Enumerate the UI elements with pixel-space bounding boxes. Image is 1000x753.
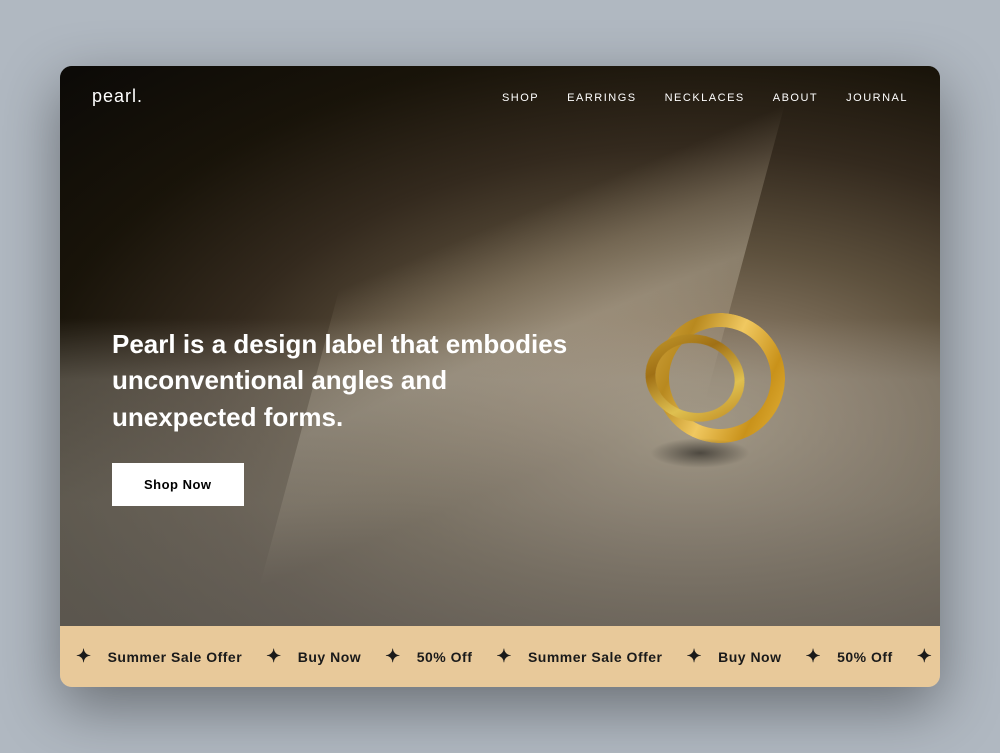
nav-link-journal[interactable]: JOURNAL [846, 92, 908, 104]
shop-now-button[interactable]: Shop Now [112, 463, 244, 506]
ticker-item-4: ✦ Summer Sale Offer [480, 646, 662, 667]
ticker-label: Buy Now [718, 649, 781, 665]
browser-window: pearl. SHOP EARRINGS NECKLACES ABOUT JOU… [60, 66, 940, 687]
ticker-item-3: ✦ 50% Off [369, 646, 472, 667]
nav-item-journal[interactable]: JOURNAL [846, 88, 908, 106]
ticker-label: 50% Off [837, 649, 893, 665]
brand-logo[interactable]: pearl. [92, 86, 143, 107]
ticker-dot: ✦ [687, 646, 703, 667]
navigation: pearl. SHOP EARRINGS NECKLACES ABOUT JOU… [60, 66, 940, 127]
ticker-label: 50% Off [417, 649, 473, 665]
ring-shadow [650, 438, 750, 468]
ticker-label: Summer Sale Offer [528, 649, 663, 665]
nav-item-earrings[interactable]: EARRINGS [567, 88, 636, 106]
ticker-dot: ✦ [76, 646, 92, 667]
nav-link-about[interactable]: ABOUT [773, 92, 818, 104]
hero-headline: Pearl is a design label that embodies un… [112, 326, 592, 435]
ticker-item-6: ✦ 50% Off [790, 646, 893, 667]
ticker-item-1: ✦ Summer Sale Offer [60, 646, 242, 667]
nav-link-shop[interactable]: SHOP [502, 92, 539, 104]
nav-item-shop[interactable]: SHOP [502, 88, 539, 106]
ticker-label: Buy Now [298, 649, 361, 665]
hero-section: pearl. SHOP EARRINGS NECKLACES ABOUT JOU… [60, 66, 940, 626]
ticker-item-7: ✦ Summer Sale Offer [901, 646, 940, 667]
nav-item-necklaces[interactable]: NECKLACES [665, 88, 745, 106]
ticker-dot: ✦ [266, 646, 282, 667]
ticker-dot: ✦ [385, 646, 401, 667]
ticker-banner: ✦ Summer Sale Offer ✦ Buy Now ✦ 50% Off … [60, 626, 940, 687]
ticker-item-5: ✦ Buy Now [671, 646, 782, 667]
nav-item-about[interactable]: ABOUT [773, 88, 818, 106]
nav-link-earrings[interactable]: EARRINGS [567, 92, 636, 104]
ticker-track: ✦ Summer Sale Offer ✦ Buy Now ✦ 50% Off … [60, 646, 940, 667]
nav-link-necklaces[interactable]: NECKLACES [665, 92, 745, 104]
ticker-item-2: ✦ Buy Now [250, 646, 361, 667]
jewelry-rings [640, 298, 800, 458]
hero-content: Pearl is a design label that embodies un… [112, 326, 592, 506]
ticker-label: Summer Sale Offer [108, 649, 243, 665]
ticker-dot: ✦ [917, 646, 933, 667]
nav-links: SHOP EARRINGS NECKLACES ABOUT JOURNAL [502, 88, 908, 106]
ticker-dot: ✦ [496, 646, 512, 667]
ticker-dot: ✦ [806, 646, 822, 667]
